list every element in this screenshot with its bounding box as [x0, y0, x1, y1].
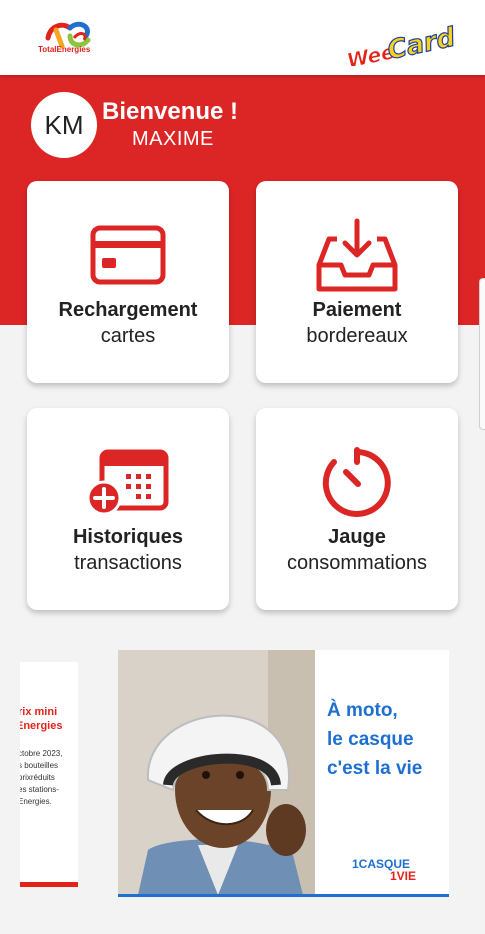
tile-consumption-gauge[interactable]: Jauge consommations	[256, 408, 458, 610]
tile-title: Rechargement	[58, 299, 198, 321]
tile-subtitle: transactions	[74, 552, 182, 574]
promo-headline-line: c'est la vie	[327, 758, 423, 779]
tile-transaction-history[interactable]: Historiques transactions	[27, 408, 229, 610]
app-screen: TotalEnergies Wee Card KM Bienvenue ! MA…	[0, 0, 485, 934]
scroll-indicator[interactable]	[479, 278, 485, 430]
promo-headline-line: À moto,	[327, 700, 398, 721]
user-name: MAXIME	[132, 128, 214, 150]
promo-banner-previous[interactable]: rix mini Energies ctobre 2023, s bouteil…	[20, 662, 78, 887]
promo-small-text: ctobre 2023,	[20, 749, 63, 758]
promo-headline: À moto, le casque c'est la vie	[327, 696, 447, 783]
weecard-logo: Wee Card	[344, 22, 458, 66]
welcome-title: Bienvenue !	[102, 98, 239, 125]
brand-name: TotalEnergies	[38, 45, 91, 54]
svg-text:Card: Card	[385, 22, 458, 66]
tile-title: Paiement	[312, 299, 402, 321]
tile-subtitle: consommations	[286, 552, 428, 574]
tile-payment-slips[interactable]: Paiement bordereaux	[256, 181, 458, 383]
calendar-add-icon	[86, 449, 169, 516]
promo-line: Energies	[20, 720, 63, 732]
campaign-tag-vie: 1VIE	[390, 869, 417, 883]
promo-line: rix mini	[20, 706, 58, 718]
promo-small-text: prixréduits	[20, 773, 55, 782]
promo-small-text: s bouteilles	[20, 761, 59, 770]
tile-title: Historiques	[72, 526, 184, 548]
avatar[interactable]: KM	[31, 92, 97, 158]
promo-banner-helmet[interactable]: À moto, le casque c'est la vie 1CASQUE 1…	[118, 650, 449, 897]
top-bar: TotalEnergies Wee Card	[0, 0, 485, 75]
tile-subtitle: cartes	[100, 325, 156, 347]
banner-accent-bar	[20, 882, 78, 887]
inbox-download-icon	[316, 218, 398, 292]
banner-accent-bar	[118, 894, 449, 897]
promo-small-text: es stations-	[20, 785, 59, 794]
promo-headline-line: le casque	[327, 729, 414, 750]
gauge-timer-icon	[322, 447, 391, 517]
tile-recharge-cards[interactable]: Rechargement cartes	[27, 181, 229, 383]
credit-card-icon	[90, 225, 166, 285]
helmet-rider-photo	[118, 650, 315, 895]
promo-small-text: Energies.	[20, 797, 52, 806]
tile-subtitle: bordereaux	[306, 325, 408, 347]
tile-title: Jauge	[328, 526, 386, 548]
